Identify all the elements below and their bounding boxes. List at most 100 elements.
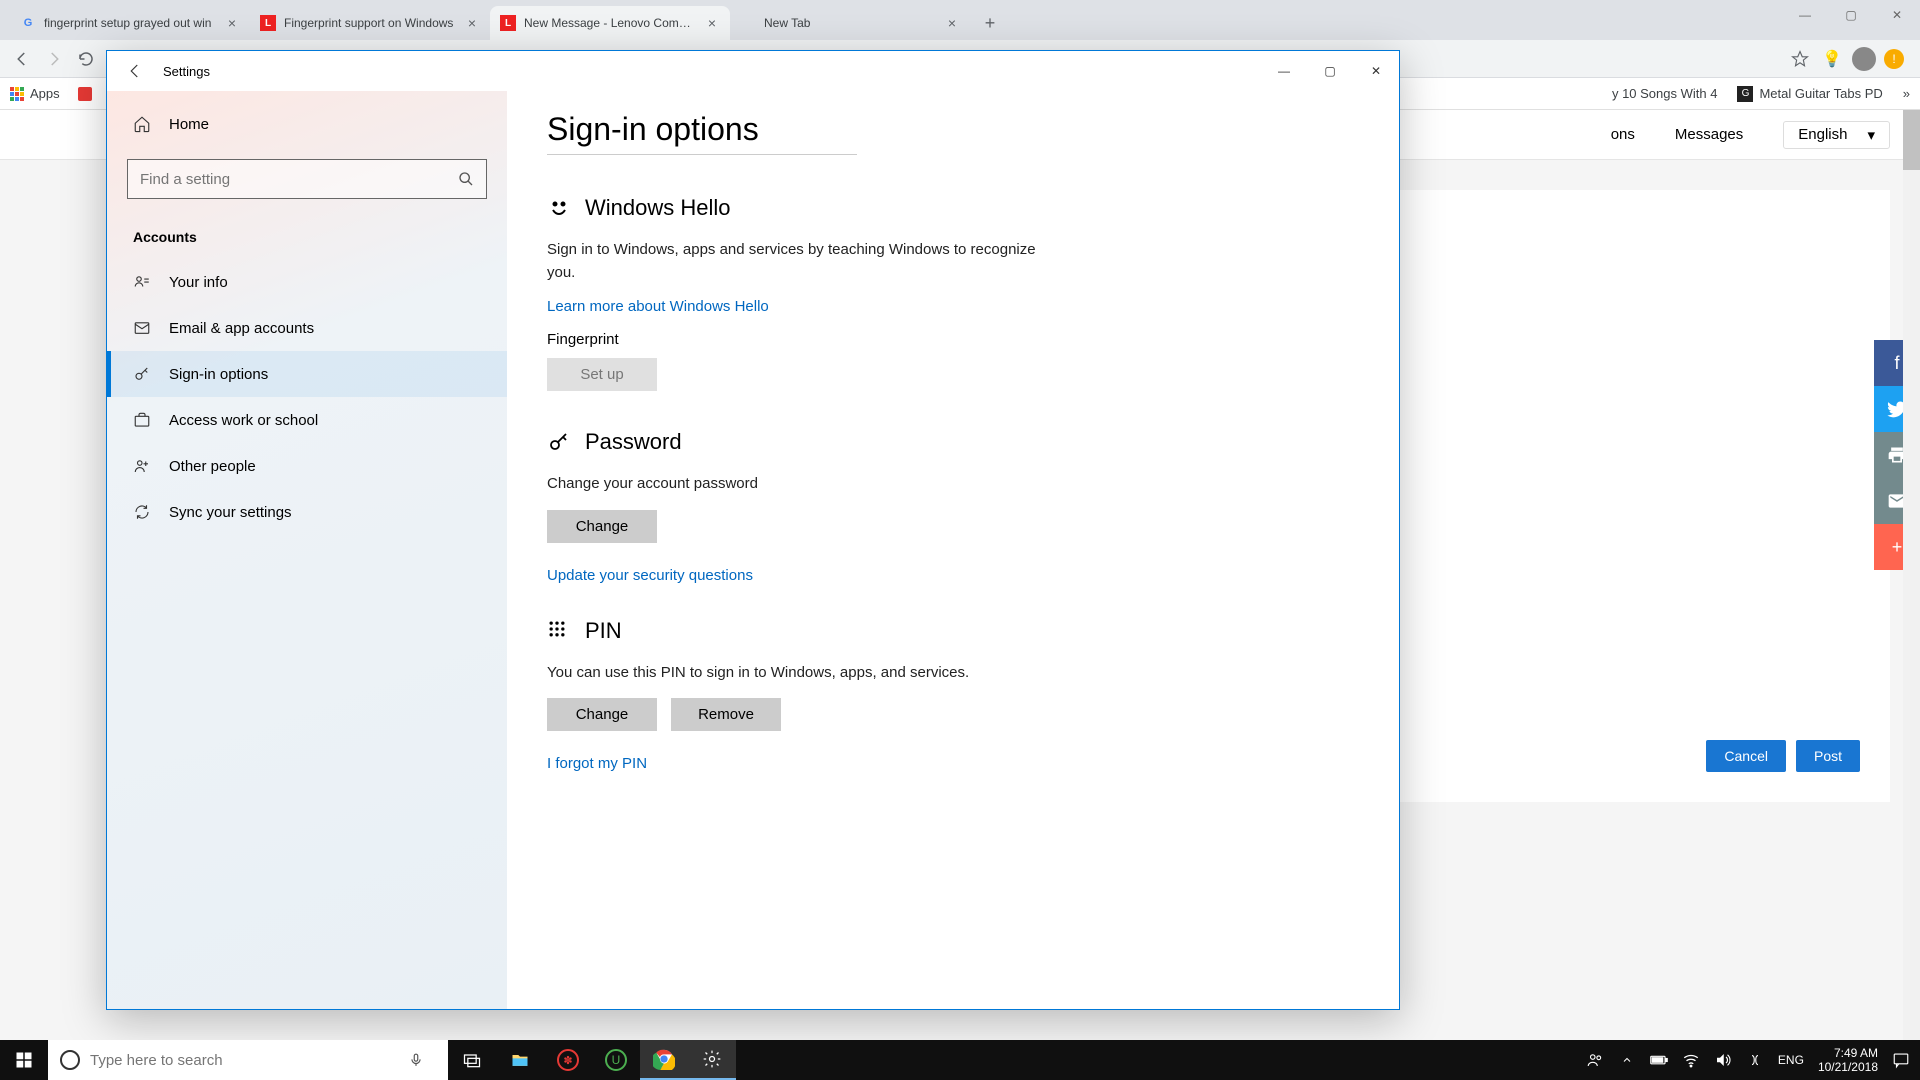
microphone-icon[interactable]	[396, 1051, 436, 1069]
profile-avatar-icon[interactable]	[1852, 47, 1876, 71]
learn-more-link[interactable]: Learn more about Windows Hello	[547, 298, 769, 315]
lenovo-favicon-icon: L	[260, 15, 276, 31]
cancel-button[interactable]: Cancel	[1706, 740, 1786, 772]
chrome-taskbar-icon[interactable]	[640, 1040, 688, 1080]
back-icon[interactable]	[8, 45, 36, 73]
section-description: Change your account password	[547, 473, 1067, 496]
forgot-pin-link[interactable]: I forgot my PIN	[547, 755, 647, 772]
sync-icon	[133, 503, 151, 521]
tab-title: fingerprint setup grayed out win	[44, 16, 216, 30]
close-icon[interactable]: ×	[944, 15, 960, 31]
post-button[interactable]: Post	[1796, 740, 1860, 772]
section-pin: PIN You can use this PIN to sign in to W…	[547, 618, 1359, 789]
sidebar-item-label: Email & app accounts	[169, 320, 314, 337]
people-icon[interactable]	[1586, 1051, 1604, 1069]
settings-sidebar: Home Accounts Your info Email & app acc	[107, 91, 507, 1009]
person-card-icon	[133, 273, 151, 291]
volume-icon[interactable]	[1714, 1051, 1732, 1069]
settings-search[interactable]	[127, 159, 487, 199]
chrome-tab-active[interactable]: L New Message - Lenovo Commun ×	[490, 6, 730, 40]
cortana-icon	[60, 1050, 80, 1070]
forward-icon[interactable]	[40, 45, 68, 73]
start-button[interactable]	[0, 1040, 48, 1080]
language-indicator[interactable]: ENG	[1778, 1053, 1804, 1067]
settings-title: Settings	[163, 64, 210, 79]
sidebar-item-label: Other people	[169, 458, 256, 475]
reload-icon[interactable]	[72, 45, 100, 73]
sidebar-item-label: Your info	[169, 274, 228, 291]
bookmark-link[interactable]: G Metal Guitar Tabs PD	[1737, 86, 1882, 102]
minimize-icon[interactable]: —	[1782, 0, 1828, 30]
wifi-icon[interactable]	[1682, 1051, 1700, 1069]
close-icon[interactable]: ✕	[1874, 0, 1920, 30]
close-icon[interactable]: ×	[704, 15, 720, 31]
close-icon[interactable]: ✕	[1353, 51, 1399, 91]
nav-link[interactable]: Messages	[1675, 126, 1743, 143]
file-explorer-icon[interactable]	[496, 1040, 544, 1080]
settings-titlebar: Settings — ▢ ✕	[107, 51, 1399, 91]
chevron-up-icon[interactable]	[1618, 1051, 1636, 1069]
chrome-tab[interactable]: L Fingerprint support on Windows ×	[250, 6, 490, 40]
chrome-tab-strip: G fingerprint setup grayed out win × L F…	[0, 0, 1920, 40]
back-icon[interactable]	[121, 57, 149, 85]
chrome-tab[interactable]: New Tab ×	[730, 6, 970, 40]
smile-icon	[547, 196, 571, 220]
lenovo-favicon-icon: L	[500, 15, 516, 31]
battery-icon[interactable]	[1650, 1051, 1668, 1069]
key-icon	[133, 365, 151, 383]
sidebar-item-sign-in-options[interactable]: Sign-in options	[107, 351, 507, 397]
remove-pin-button[interactable]: Remove	[671, 698, 781, 731]
search-icon	[458, 171, 474, 187]
sidebar-item-sync[interactable]: Sync your settings	[107, 489, 507, 535]
clock[interactable]: 7:49 AM 10/21/2018	[1818, 1046, 1878, 1075]
bookmark-link[interactable]: y 10 Songs With 4	[1612, 86, 1718, 101]
setup-fingerprint-button[interactable]: Set up	[547, 358, 657, 391]
taskbar-search-input[interactable]	[90, 1052, 386, 1069]
scrollbar-thumb[interactable]	[1903, 110, 1920, 170]
sidebar-item-other-people[interactable]: Other people	[107, 443, 507, 489]
system-tray: ENG 7:49 AM 10/21/2018	[1586, 1046, 1920, 1075]
change-pin-button[interactable]: Change	[547, 698, 657, 731]
maximize-icon[interactable]: ▢	[1828, 0, 1874, 30]
sidebar-item-access-work[interactable]: Access work or school	[107, 397, 507, 443]
close-icon[interactable]: ×	[224, 15, 240, 31]
app-icon[interactable]: ✽	[544, 1040, 592, 1080]
new-tab-button[interactable]: +	[976, 9, 1004, 37]
settings-window: Settings — ▢ ✕ Home Accounts	[106, 50, 1400, 1010]
sidebar-home[interactable]: Home	[107, 101, 507, 147]
sidebar-item-email-accounts[interactable]: Email & app accounts	[107, 305, 507, 351]
close-icon[interactable]: ×	[464, 15, 480, 31]
section-heading: PIN	[585, 618, 622, 644]
overflow-icon[interactable]: »	[1903, 86, 1910, 101]
task-view-icon[interactable]	[448, 1040, 496, 1080]
page-scrollbar[interactable]	[1903, 110, 1920, 1050]
minimize-icon[interactable]: —	[1261, 51, 1307, 91]
settings-search-input[interactable]	[140, 171, 458, 188]
nav-link[interactable]: ons	[1611, 126, 1635, 143]
maximize-icon[interactable]: ▢	[1307, 51, 1353, 91]
app-icon[interactable]: U	[592, 1040, 640, 1080]
star-icon[interactable]	[1788, 47, 1812, 71]
tab-title: Fingerprint support on Windows	[284, 16, 456, 30]
sidebar-item-label: Access work or school	[169, 412, 318, 429]
language-select[interactable]: English ▾	[1783, 121, 1890, 149]
alert-badge-icon[interactable]: !	[1884, 49, 1904, 69]
briefcase-icon	[133, 411, 151, 429]
update-security-questions-link[interactable]: Update your security questions	[547, 567, 753, 584]
action-center-icon[interactable]	[1892, 1051, 1910, 1069]
sidebar-item-your-info[interactable]: Your info	[107, 259, 507, 305]
bulb-icon[interactable]: 💡	[1820, 47, 1844, 71]
settings-content: Sign-in options Windows Hello Sign in to…	[507, 91, 1399, 1009]
settings-taskbar-icon[interactable]	[688, 1040, 736, 1080]
taskbar-search[interactable]	[48, 1040, 448, 1080]
section-description: You can use this PIN to sign in to Windo…	[547, 662, 1067, 685]
apps-button[interactable]: Apps	[10, 86, 60, 101]
change-password-button[interactable]: Change	[547, 510, 657, 543]
chevron-down-icon: ▾	[1867, 126, 1875, 144]
chrome-tab[interactable]: G fingerprint setup grayed out win ×	[10, 6, 250, 40]
apps-grid-icon	[10, 87, 24, 101]
taskbar: ✽ U ENG 7:49 AM	[0, 1040, 1920, 1080]
bookmark-icon[interactable]	[78, 87, 92, 101]
keypad-icon	[547, 619, 571, 643]
dolby-icon[interactable]	[1746, 1051, 1764, 1069]
